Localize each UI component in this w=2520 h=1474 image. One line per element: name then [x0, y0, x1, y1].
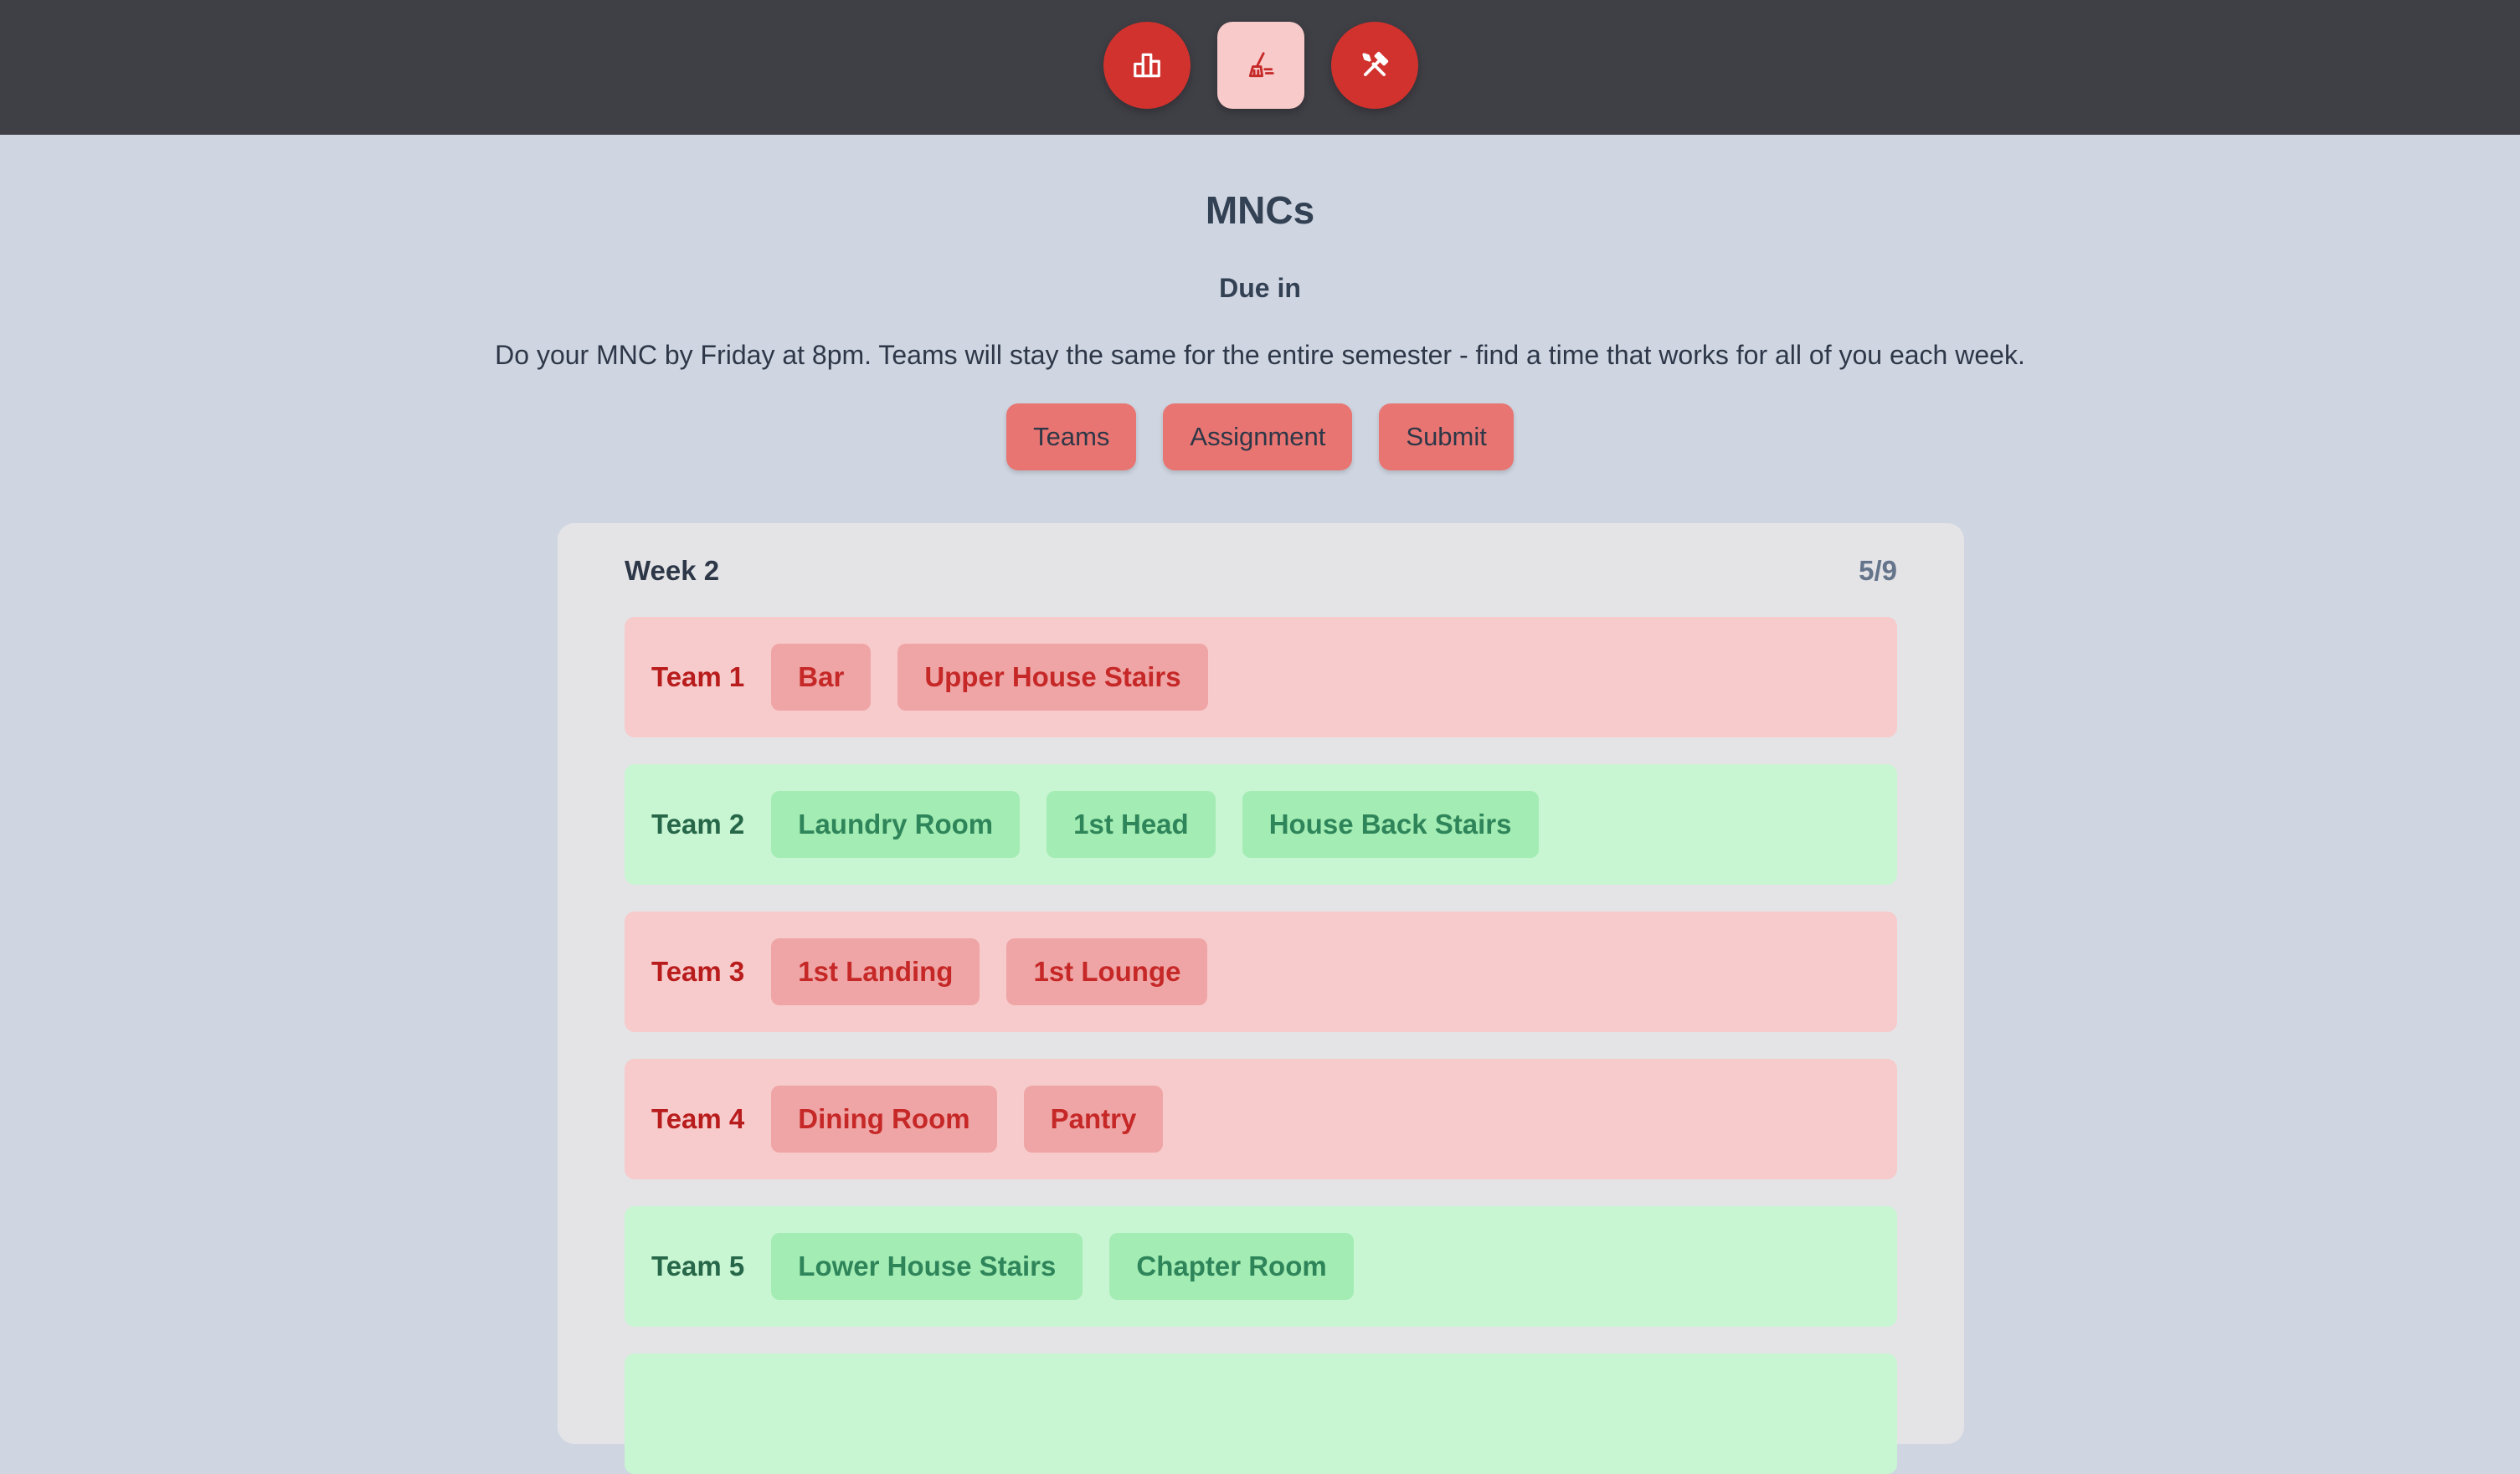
tools-icon — [1362, 51, 1389, 76]
tools-nav-button[interactable] — [1331, 22, 1418, 109]
chore-tag: Lower House Stairs — [771, 1233, 1083, 1300]
week-header: Week 2 5/9 — [625, 555, 1897, 587]
action-buttons: Teams Assignment Submit — [0, 403, 2520, 470]
chores-nav-button[interactable] — [1217, 22, 1304, 109]
team-name: Team 1 — [651, 661, 745, 692]
broom-icon — [1248, 52, 1274, 78]
team-name: Team 2 — [651, 809, 745, 840]
chore-tag: House Back Stairs — [1242, 791, 1539, 858]
week-card: Week 2 5/9 Team 1 Bar Upper House Stairs… — [558, 523, 1964, 1474]
week-label: Week 2 — [625, 555, 720, 586]
chore-tag: Chapter Room — [1109, 1233, 1354, 1300]
completion-count: 5/9 — [1859, 555, 1897, 586]
page-title: MNCs — [1205, 188, 1315, 232]
submit-button[interactable]: Submit — [1379, 403, 1514, 470]
team-row: Team 2 Laundry Room 1st Head House Back … — [625, 764, 1897, 885]
chore-tag: Bar — [771, 644, 872, 711]
team-row: Team 4 Dining Room Pantry — [625, 1059, 1897, 1179]
team-name: Team 3 — [651, 956, 745, 987]
leaderboard-nav-button[interactable] — [1103, 22, 1191, 109]
due-label: Due in — [1219, 273, 1301, 303]
top-nav-bar — [0, 0, 2520, 135]
team-row: Team 5 Lower House Stairs Chapter Room — [625, 1206, 1897, 1327]
teams-button[interactable]: Teams — [1006, 403, 1137, 470]
leaderboard-icon — [1134, 53, 1160, 78]
team-name: Team 4 — [651, 1103, 745, 1134]
chore-tag: 1st Landing — [771, 938, 980, 1005]
chore-tag: Pantry — [1023, 1086, 1164, 1153]
chore-tag: Dining Room — [771, 1086, 997, 1153]
chore-tag: Laundry Room — [771, 791, 1021, 858]
page-description: Do your MNC by Friday at 8pm. Teams will… — [495, 340, 2025, 370]
team-row: Team 1 Bar Upper House Stairs — [625, 617, 1897, 737]
team-row: Team 3 1st Landing 1st Lounge — [625, 912, 1897, 1032]
team-row — [625, 1353, 1897, 1474]
chore-tag: 1st Lounge — [1006, 938, 1208, 1005]
assignment-button[interactable]: Assignment — [1163, 403, 1353, 470]
chore-tag: 1st Head — [1047, 791, 1216, 858]
team-name: Team 5 — [651, 1251, 745, 1281]
chore-tag: Upper House Stairs — [897, 644, 1208, 711]
